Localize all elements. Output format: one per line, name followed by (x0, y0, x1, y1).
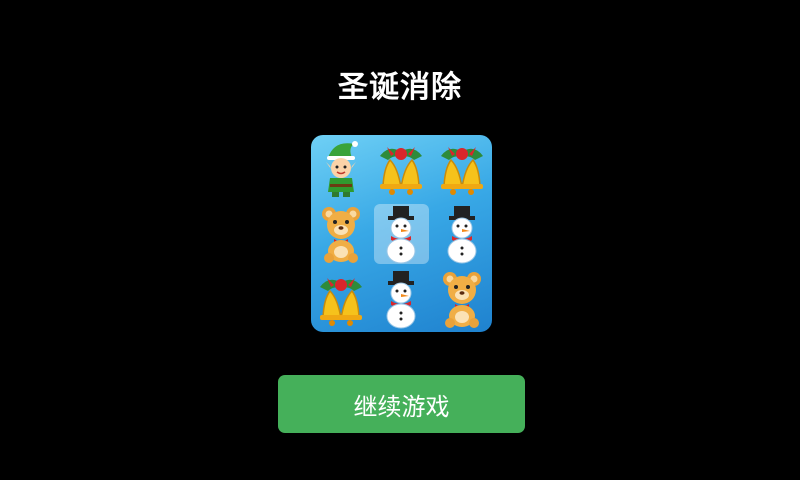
teddy-bear-icon (311, 201, 371, 267)
bell-icon (371, 135, 431, 201)
game-icon (311, 135, 492, 332)
tile-grid (311, 135, 492, 332)
continue-button[interactable]: 继续游戏 (278, 375, 525, 433)
bell-icon (432, 135, 492, 201)
snowman-icon (374, 203, 429, 264)
page-title: 圣诞消除 (338, 70, 462, 105)
snowman-icon (371, 267, 431, 333)
snowman-icon (432, 201, 492, 267)
bell-icon (311, 267, 371, 333)
teddy-bear-icon (432, 267, 492, 333)
elf-icon (311, 135, 371, 201)
